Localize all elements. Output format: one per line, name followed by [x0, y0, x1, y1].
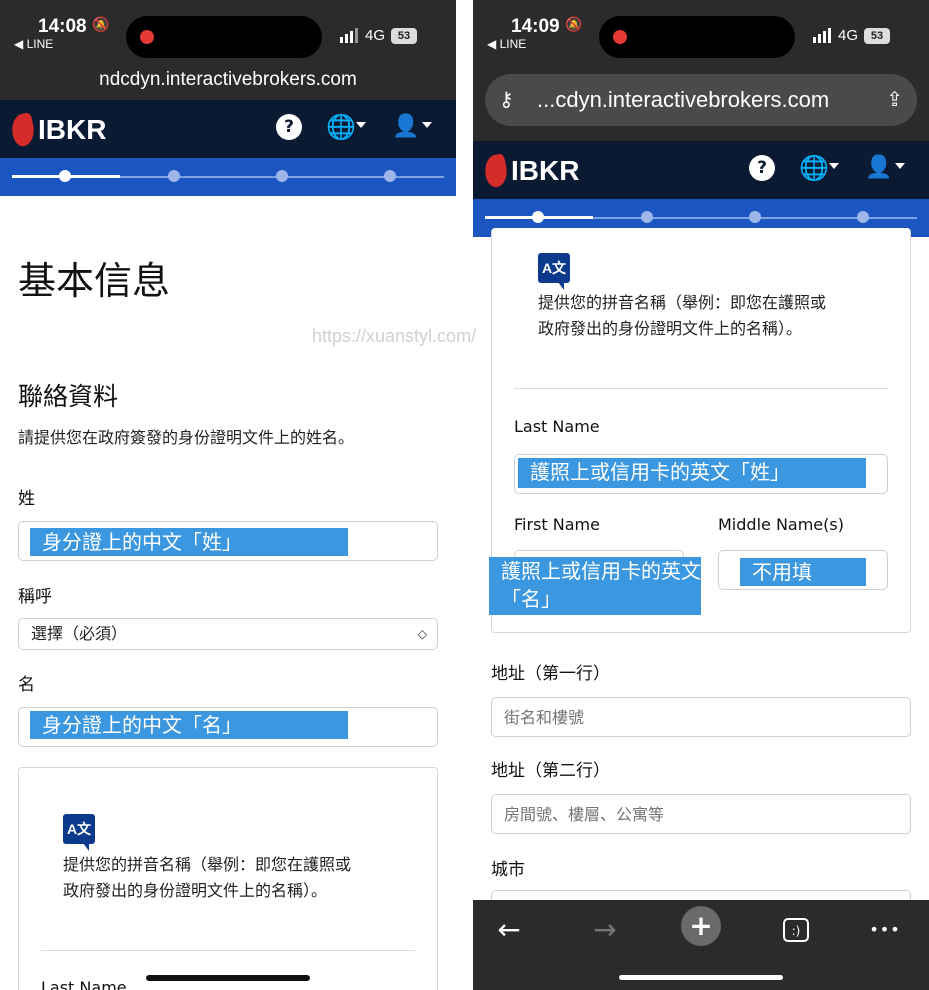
brand-name: IBKR: [38, 114, 107, 145]
card-divider: [514, 388, 888, 389]
user-icon[interactable]: 👤: [865, 155, 892, 181]
recording-dot-icon: [140, 30, 154, 44]
url-text: ndcdyn.interactivebrokers.com: [99, 69, 357, 90]
address1-label: 地址（第一行）: [491, 664, 610, 684]
status-time: 14:08: [38, 16, 87, 37]
first-name-label: 名: [18, 675, 35, 695]
new-tab-plus-icon[interactable]: +: [681, 906, 721, 946]
chevron-down-icon: [895, 163, 905, 169]
transliteration-text: 提供您的拼音名稱（舉例：即您在護照或政府發出的身份證明文件上的名稱）。: [538, 293, 827, 338]
chevron-down-icon: [422, 122, 432, 128]
step-dot-3: [749, 211, 761, 223]
translate-icon: A文: [63, 814, 95, 851]
step-progress: [0, 158, 456, 196]
home-indicator[interactable]: [146, 975, 310, 981]
ibkr-header: IBKR ? 🌐 👤: [0, 100, 456, 160]
card-first-name-label: First Name: [514, 515, 600, 534]
forward-arrow-icon[interactable]: →: [585, 910, 625, 950]
card-last-name-label: Last Name: [41, 978, 127, 990]
flame-logo-icon: [481, 153, 511, 189]
signal-icon: [340, 24, 360, 43]
signal-icon: [813, 24, 833, 43]
chevron-down-icon: [356, 122, 366, 128]
page-title: 基本信息: [18, 259, 171, 303]
transliteration-text: 提供您的拼音名稱（舉例：即您在護照或政府發出的身份證明文件上的名稱）。: [63, 855, 352, 900]
network-type: 4G: [365, 27, 386, 44]
phone-screenshot-left: 14:08 🔕 ◀ LINE 4G 53 ndcdyn.interactiveb…: [0, 0, 456, 990]
more-menu-icon[interactable]: •••: [865, 910, 905, 950]
phone-screenshot-right: 14:09 🔕 ◀ LINE 4G 53 ⚷ ...cdyn.interacti…: [473, 0, 929, 990]
english-first-name-annotation: 護照上或信用卡的英文「名」: [489, 557, 701, 615]
battery-icon: 53: [864, 28, 890, 44]
url-bar[interactable]: ndcdyn.interactivebrokers.com: [0, 62, 456, 100]
city-label: 城市: [491, 860, 525, 880]
url-text: ...cdyn.interactivebrokers.com: [537, 87, 830, 112]
transliteration-card: A文 提供您的拼音名稱（舉例：即您在護照或政府發出的身份證明文件上的名稱）。 L…: [18, 767, 438, 990]
last-name-annotation: 身分證上的中文「姓」: [30, 528, 348, 556]
url-pill[interactable]: ⚷ ...cdyn.interactivebrokers.com ⇪: [485, 74, 917, 126]
english-last-name-annotation: 護照上或信用卡的英文「姓」: [518, 458, 866, 488]
card-last-name-label: Last Name: [514, 417, 600, 436]
dynamic-island: [126, 16, 322, 58]
home-indicator[interactable]: [619, 975, 783, 980]
step-dot-2: [641, 211, 653, 223]
card-middle-name-label: Middle Name(s): [718, 515, 844, 534]
battery-icon: 53: [391, 28, 417, 44]
globe-icon[interactable]: 🌐: [326, 114, 356, 140]
dynamic-island: [599, 16, 795, 58]
step-dot-3: [276, 170, 288, 182]
screenshot-separator: [456, 0, 473, 990]
back-to-app-link[interactable]: ◀ LINE: [487, 37, 526, 51]
watermark-text: https://xuanstyl.com/: [312, 326, 477, 346]
status-time: 14:09: [511, 16, 560, 37]
recording-dot-icon: [613, 30, 627, 44]
tabs-icon[interactable]: :): [776, 910, 816, 950]
middle-name-annotation: 不用填: [740, 558, 866, 586]
select-chevron-icon: ◇: [417, 627, 427, 641]
brand-name: IBKR: [511, 155, 580, 186]
salutation-label: 稱呼: [18, 587, 52, 607]
ibkr-header: IBKR ? 🌐 👤: [473, 141, 929, 201]
share-icon[interactable]: ⇪: [886, 74, 903, 126]
section-description: 請提供您在政府簽發的身份證明文件上的姓名。: [18, 428, 355, 447]
first-name-annotation: 身分證上的中文「名」: [30, 711, 348, 739]
address1-input[interactable]: [491, 697, 911, 737]
step-dot-4: [384, 170, 396, 182]
help-icon[interactable]: ?: [276, 114, 302, 140]
status-bar: 14:08 🔕 ◀ LINE 4G 53: [0, 0, 456, 62]
address2-input[interactable]: [491, 794, 911, 834]
bell-muted-icon: 🔕: [92, 17, 110, 33]
back-to-app-link[interactable]: ◀ LINE: [14, 37, 53, 51]
step-dot-4: [857, 211, 869, 223]
translate-icon: A文: [538, 253, 570, 290]
step-dot-1: [532, 211, 544, 223]
chevron-down-icon: [829, 163, 839, 169]
step-dot-1: [59, 170, 71, 182]
help-icon[interactable]: ?: [749, 155, 775, 181]
user-icon[interactable]: 👤: [392, 114, 419, 140]
step-dot-2: [168, 170, 180, 182]
flame-logo-icon: [8, 112, 38, 148]
salutation-select[interactable]: 選擇（必須） ◇: [18, 618, 438, 650]
network-type: 4G: [838, 27, 859, 44]
globe-icon[interactable]: 🌐: [799, 155, 829, 181]
section-title: 聯絡資料: [18, 382, 119, 411]
back-arrow-icon[interactable]: ←: [489, 910, 529, 950]
bell-muted-icon: 🔕: [565, 17, 583, 33]
salutation-selected-value: 選擇（必須）: [31, 624, 128, 643]
url-bar: ⚷ ...cdyn.interactivebrokers.com ⇪: [473, 62, 929, 141]
address2-label: 地址（第二行）: [491, 761, 610, 781]
status-bar: 14:09 🔕 ◀ LINE 4G 53: [473, 0, 929, 62]
last-name-label: 姓: [18, 489, 35, 509]
key-icon: ⚷: [499, 89, 514, 111]
card-divider: [41, 950, 415, 951]
